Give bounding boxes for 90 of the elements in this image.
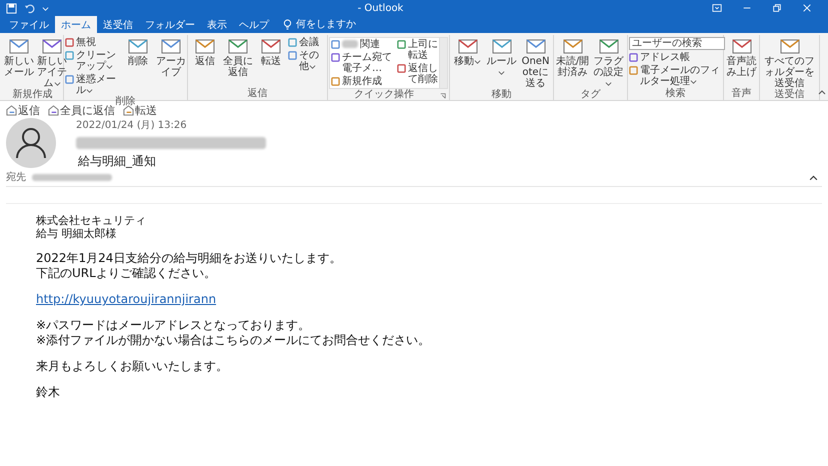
caret-icon	[309, 62, 316, 70]
group-label: タグ	[580, 89, 600, 100]
ribbon-tab[interactable]: ファイル	[3, 16, 55, 33]
square-icon	[65, 51, 74, 60]
caret-icon	[106, 62, 113, 70]
ribbon-button[interactable]: 迷惑メール	[65, 74, 121, 96]
square-icon	[331, 40, 340, 49]
ribbon-button[interactable]: 未読/開封済み	[555, 37, 590, 89]
quick-step[interactable]: チーム宛て電子メ…	[331, 52, 395, 74]
message-subject: 給与明細_通知	[78, 153, 157, 170]
quick-step[interactable]: 上司に転送	[397, 39, 438, 61]
ribbon-tab[interactable]: 送受信	[97, 16, 139, 33]
restore-icon[interactable]	[772, 3, 782, 13]
square-icon	[629, 66, 638, 75]
group-label: 送受信	[774, 89, 804, 100]
quick-step[interactable]: 返信して削除	[397, 63, 438, 85]
ribbon-button[interactable]: 新しいアイテム	[36, 37, 68, 89]
group-label: クイック操作	[354, 89, 415, 100]
body-text: 鈴木	[36, 385, 60, 400]
square-icon	[288, 51, 297, 60]
ribbon-button[interactable]: クリーンアップ	[65, 50, 121, 72]
save-icon[interactable]	[6, 2, 17, 14]
ribbon-button[interactable]: 無視	[65, 37, 121, 48]
body-text: 2022年1月24日支給分の給与明細をお送りいたします。	[36, 251, 342, 266]
ribbon-display-icon[interactable]	[712, 3, 722, 13]
group-label: 音声	[732, 88, 752, 99]
group-label: 削除	[116, 96, 136, 107]
square-icon	[331, 77, 340, 86]
caret-icon[interactable]	[42, 4, 49, 12]
ribbon-tab[interactable]: ヘルプ	[233, 16, 275, 33]
recipient-label: 宛先	[6, 170, 26, 184]
lightbulb-icon	[283, 19, 292, 30]
gallery-scrollbar[interactable]	[439, 38, 447, 88]
caret-icon	[690, 78, 697, 85]
undo-icon[interactable]	[24, 2, 35, 14]
square-icon	[629, 53, 638, 62]
square-icon	[331, 53, 340, 62]
window-title: - Outlook	[356, 2, 404, 14]
square-icon	[397, 40, 406, 49]
ribbon-button[interactable]: フラグの設定	[591, 37, 626, 89]
close-icon[interactable]	[802, 3, 812, 13]
quick-step[interactable]: 関連	[331, 39, 395, 50]
redacted-text	[342, 40, 358, 48]
ribbon-button[interactable]: 移動	[451, 37, 484, 89]
caret-icon	[54, 80, 60, 87]
dialog-launcher-icon[interactable]	[440, 93, 446, 99]
group-label: 新規作成	[12, 89, 52, 100]
body-text: ※パスワードはメールアドレスとなっております。	[36, 318, 310, 333]
ribbon-tab[interactable]: 表示	[201, 16, 233, 33]
link[interactable]: http://kyuuyotaroujirannjirann	[36, 292, 216, 307]
square-icon	[397, 64, 406, 73]
body-text: 下記のURLよりご確認ください。	[36, 266, 216, 281]
ribbon-tab[interactable]: フォルダー	[139, 16, 201, 33]
ribbon-button[interactable]: アドレス帳	[629, 52, 721, 63]
group-label: 返信	[248, 88, 268, 99]
ribbon-button[interactable]: 全員に返信	[222, 37, 254, 88]
ribbon-button[interactable]: 音声読み上げ	[725, 37, 758, 88]
ribbon-button[interactable]: 新しいメール	[3, 37, 35, 89]
ribbon-button[interactable]: 会議	[288, 37, 326, 48]
ribbon-button[interactable]: その他	[288, 50, 326, 72]
caret-icon	[474, 58, 481, 65]
ribbon-button[interactable]: 電子メールのフィルター処理	[629, 65, 721, 87]
ribbon-tab[interactable]: ホーム	[55, 16, 97, 33]
body-text: 給与 明細太郎様	[36, 227, 116, 240]
body-text: 株式会社セキュリティ	[36, 214, 146, 227]
square-icon	[65, 38, 74, 47]
quick-step[interactable]: 新規作成	[331, 76, 395, 87]
ribbon-button[interactable]: 返信	[189, 37, 221, 88]
tell-me-field[interactable]: 何をしますか	[296, 19, 376, 30]
square-icon	[65, 75, 74, 84]
ribbon-button[interactable]: すべてのフォルダーを送受信	[761, 37, 818, 89]
avatar-icon	[6, 118, 56, 168]
body-text: 来月もよろしくお願いいたします。	[36, 359, 228, 374]
message-date: 2022/01/24 (月) 13:26	[76, 119, 188, 132]
message-action[interactable]: 全員に返信	[48, 103, 115, 118]
square-icon	[288, 38, 297, 47]
collapse-icon[interactable]	[818, 88, 826, 96]
message-action[interactable]: 返信	[6, 103, 40, 118]
ribbon-button[interactable]: アーカイブ	[155, 37, 187, 96]
caret-icon	[498, 68, 505, 76]
ribbon-button[interactable]: 転送	[255, 37, 287, 88]
caret-icon	[605, 80, 612, 87]
ribbon-button[interactable]: ルール	[485, 37, 518, 89]
group-label: 移動	[492, 89, 512, 100]
search-field[interactable]: ユーザーの検索	[629, 37, 725, 50]
ribbon-button[interactable]: 削除	[122, 37, 154, 96]
group-label: 検索	[666, 88, 686, 99]
caret-icon	[86, 86, 93, 94]
body-text: ※添付ファイルが開かない場合はこちらのメールにてお問合せください。	[36, 333, 430, 348]
ribbon-button[interactable]: OneNoteに送る	[519, 37, 552, 89]
